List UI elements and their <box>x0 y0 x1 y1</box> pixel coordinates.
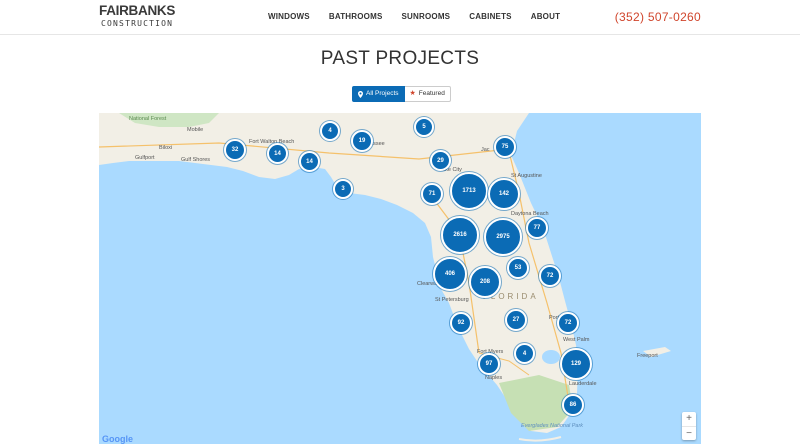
cluster-marker[interactable]: 5 <box>414 117 434 137</box>
map-zoom-controls: + − <box>682 412 696 440</box>
map-pin-icon <box>358 90 363 98</box>
nav-cabinets[interactable]: CABINETS <box>469 12 512 22</box>
cluster-marker[interactable]: 75 <box>494 136 516 158</box>
featured-button[interactable]: ★ Featured <box>404 86 451 102</box>
project-filter: All Projects ★ Featured <box>352 86 451 102</box>
label-gulfport: Gulfport <box>135 155 155 161</box>
nav-sunrooms[interactable]: SUNROOMS <box>402 12 451 22</box>
cluster-marker[interactable]: 71 <box>421 183 443 205</box>
lake-okeechobee <box>542 350 560 364</box>
cluster-marker[interactable]: 27 <box>505 309 527 331</box>
cluster-marker[interactable]: 72 <box>557 312 579 334</box>
cluster-marker[interactable]: 19 <box>351 130 373 152</box>
cluster-marker[interactable]: 92 <box>450 312 472 334</box>
cluster-marker[interactable]: 14 <box>267 143 288 164</box>
cluster-marker[interactable]: 208 <box>469 266 501 298</box>
cluster-marker[interactable]: 129 <box>560 348 592 380</box>
cluster-marker[interactable]: 2975 <box>484 218 522 256</box>
cluster-marker[interactable]: 3 <box>333 179 353 199</box>
nav-about[interactable]: ABOUT <box>531 12 560 22</box>
label-biloxi: Biloxi <box>159 145 173 151</box>
label-daytona: Daytona Beach <box>511 211 549 217</box>
cluster-marker[interactable]: 4 <box>320 121 340 141</box>
site-header: FAIRBANKS CONSTRUCTION WINDOWS BATHROOMS… <box>0 0 800 35</box>
label-jacksonville: Jac <box>481 147 490 153</box>
all-projects-button[interactable]: All Projects <box>352 86 405 102</box>
logo-wordmark: FAIRBANKS <box>99 3 176 18</box>
cluster-marker[interactable]: 72 <box>539 265 561 287</box>
logo-subtitle: CONSTRUCTION <box>101 19 174 28</box>
nav-bathrooms[interactable]: BATHROOMS <box>329 12 383 22</box>
page-title: PAST PROJECTS <box>320 48 480 69</box>
cluster-marker[interactable]: 142 <box>488 178 520 210</box>
all-projects-label: All Projects <box>366 90 399 97</box>
main-nav: WINDOWS BATHROOMS SUNROOMS CABINETS ABOU… <box>268 12 579 22</box>
cluster-marker[interactable]: 77 <box>526 217 548 239</box>
zoom-out-button[interactable]: − <box>682 426 696 440</box>
star-icon: ★ <box>409 90 416 97</box>
label-lauderdale: Lauderdale <box>569 381 597 387</box>
cluster-marker[interactable]: 2616 <box>441 216 479 254</box>
cluster-marker[interactable]: 406 <box>433 257 467 291</box>
label-freeport: Freeport <box>637 353 658 359</box>
phone-link[interactable]: (352) 507-0260 <box>615 10 701 24</box>
label-west-palm: West Palm <box>563 337 590 343</box>
cluster-marker[interactable]: 53 <box>507 257 529 279</box>
cluster-marker[interactable]: 4 <box>514 343 535 364</box>
cluster-marker[interactable]: 1713 <box>450 172 488 210</box>
florida-keys <box>518 436 562 442</box>
cluster-marker[interactable]: 29 <box>430 150 451 171</box>
label-mobile: Mobile <box>187 127 204 133</box>
cluster-marker[interactable]: 14 <box>299 151 320 172</box>
cluster-marker[interactable]: 32 <box>224 139 246 161</box>
label-national-forest: National Forest <box>129 116 167 122</box>
projects-map[interactable]: National Forest Mobile Biloxi Gulfport G… <box>99 113 701 444</box>
label-everglades: Everglades National Park <box>521 423 584 429</box>
cluster-marker[interactable]: 97 <box>478 353 500 375</box>
featured-label: Featured <box>418 90 445 97</box>
company-logo[interactable]: FAIRBANKS CONSTRUCTION <box>99 4 175 32</box>
nav-windows[interactable]: WINDOWS <box>268 12 310 22</box>
cluster-marker[interactable]: 86 <box>562 394 584 416</box>
google-attribution: Google <box>102 434 133 444</box>
label-st-augustine: St Augustine <box>511 173 542 179</box>
label-naples: Naples <box>485 375 503 381</box>
label-gulf-shores: Gulf Shores <box>181 157 211 163</box>
zoom-in-button[interactable]: + <box>682 412 696 426</box>
label-st-petersburg: St Petersburg <box>435 297 469 303</box>
